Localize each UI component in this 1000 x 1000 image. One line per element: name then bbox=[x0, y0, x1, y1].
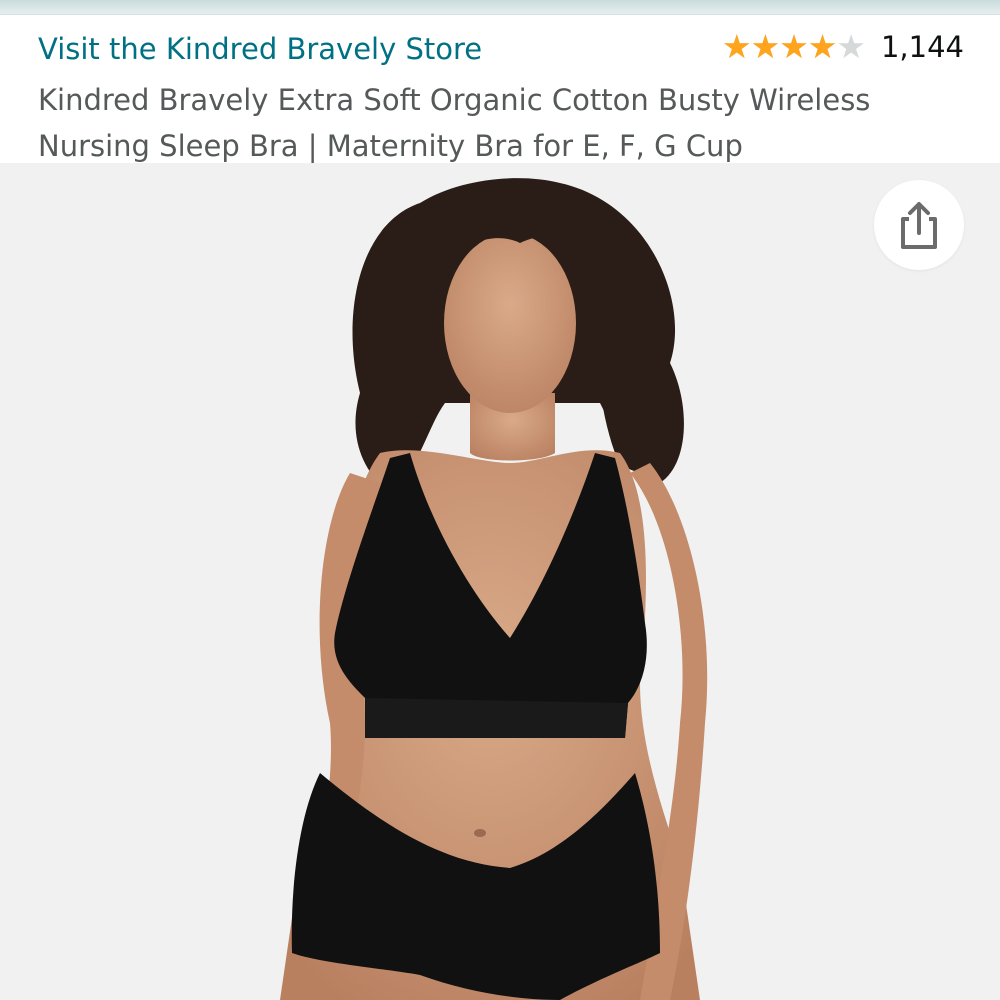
product-header: Visit the Kindred Bravely Store ★★★★★ ★★… bbox=[0, 15, 1000, 163]
product-image[interactable] bbox=[0, 163, 1000, 1000]
share-icon bbox=[901, 202, 937, 249]
product-title: Kindred Bravely Extra Soft Organic Cotto… bbox=[38, 83, 871, 163]
share-button[interactable] bbox=[874, 180, 964, 270]
star-rating-filled-icon: ★★★★★ bbox=[722, 29, 837, 65]
review-count[interactable]: 1,144 bbox=[881, 30, 964, 64]
store-link[interactable]: Visit the Kindred Bravely Store bbox=[38, 32, 482, 66]
product-image-gallery[interactable] bbox=[0, 163, 1000, 1000]
top-status-strip bbox=[0, 0, 1000, 15]
model-face bbox=[444, 233, 576, 413]
rating-summary[interactable]: ★★★★★ ★★★★★ 1,144 bbox=[722, 29, 964, 65]
star-rating: ★★★★★ ★★★★★ bbox=[722, 29, 866, 65]
